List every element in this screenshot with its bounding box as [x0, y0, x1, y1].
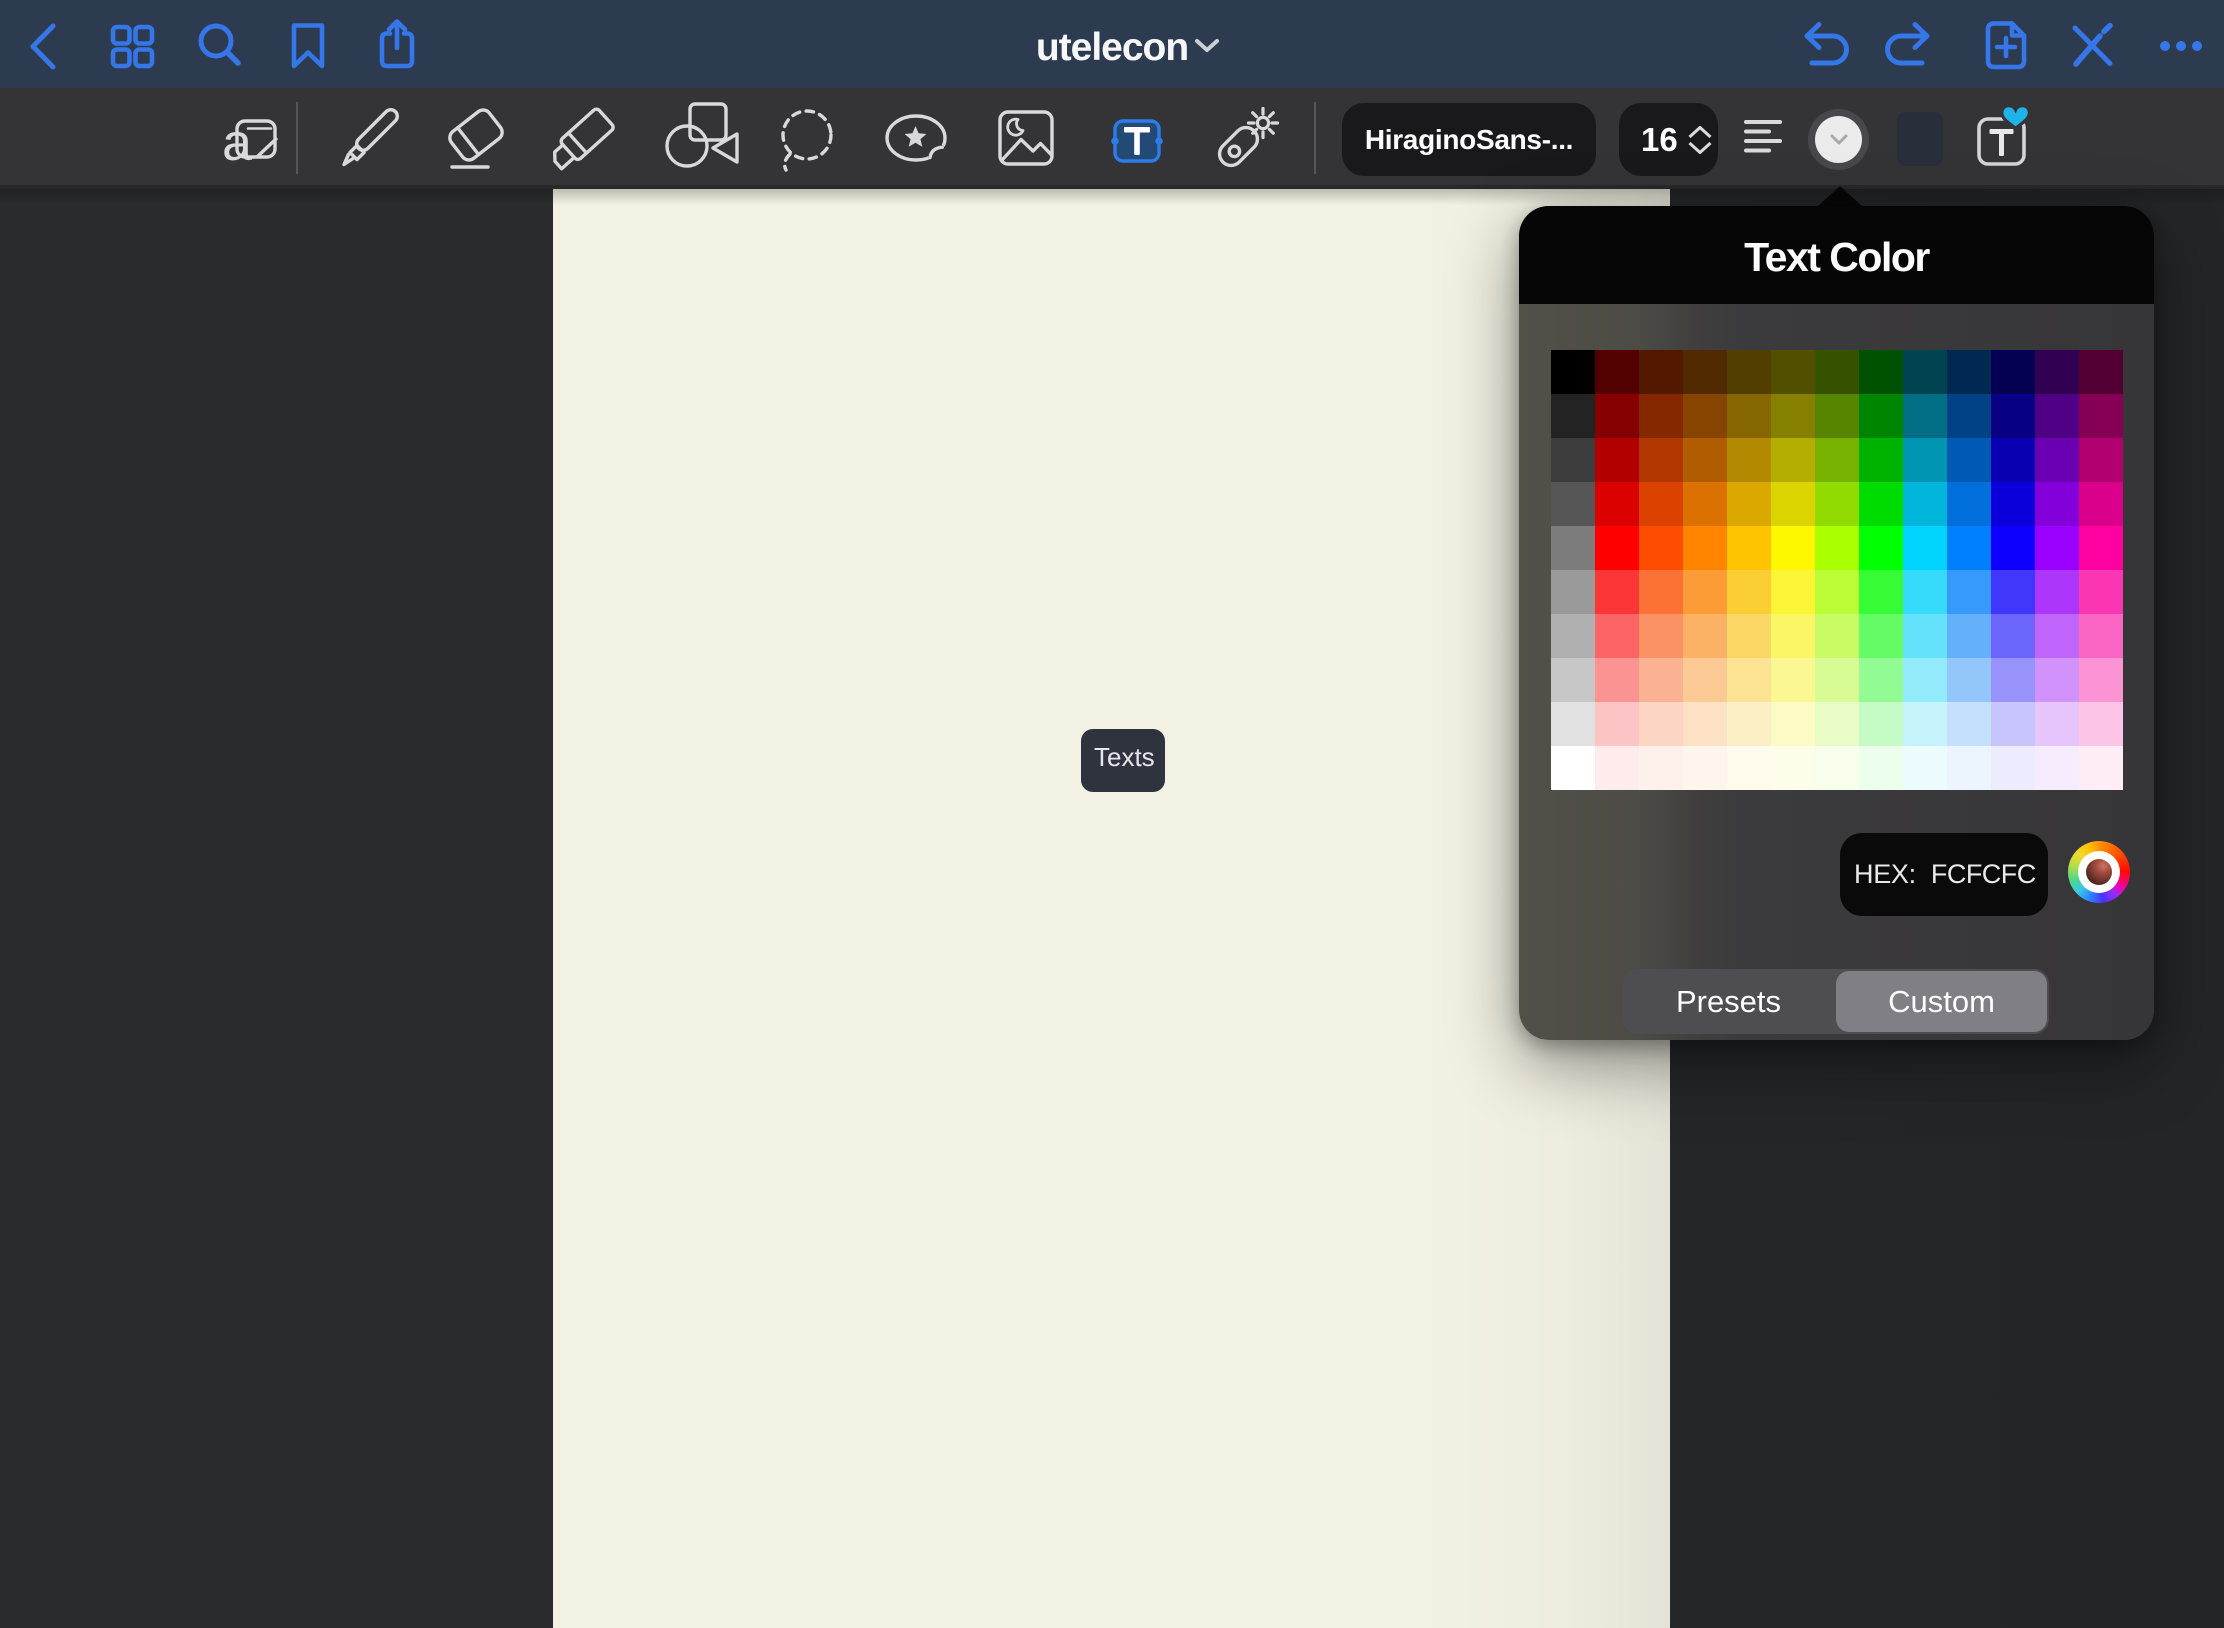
svg-text:a: a [222, 114, 252, 172]
